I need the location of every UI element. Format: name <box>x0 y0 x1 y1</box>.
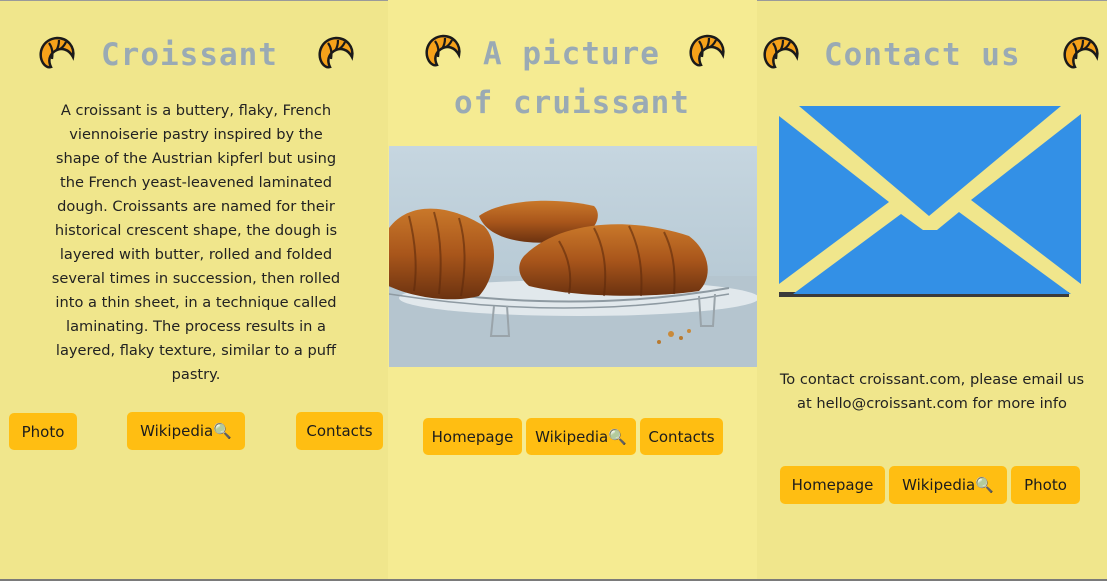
croissant-description: A croissant is a buttery, flaky, French … <box>51 102 341 383</box>
croissant-icon <box>1063 36 1099 69</box>
page-title-line1: A picture <box>483 36 660 72</box>
wikipedia-button[interactable]: Wikipedia🔍 <box>889 466 1007 504</box>
page-title: Croissant <box>101 37 278 73</box>
homepage-button[interactable]: Homepage <box>423 418 522 455</box>
wikipedia-button[interactable]: Wikipedia🔍 <box>127 412 245 450</box>
homepage-button[interactable]: Homepage <box>780 466 885 504</box>
croissant-photo <box>389 146 757 367</box>
croissant-icon <box>318 36 354 69</box>
picture-panel: A picture of cruissant Homepage Wikipedi… <box>388 0 757 581</box>
page-title-line2: of cruissant <box>454 85 690 121</box>
home-panel: Croissant A croissant is a buttery, flak… <box>0 0 388 581</box>
contacts-button[interactable]: Contacts <box>296 412 383 450</box>
photo-button[interactable]: Photo <box>1011 466 1080 504</box>
envelope-icon <box>779 106 1081 297</box>
croissant-icon <box>763 36 799 69</box>
page-title: Contact us <box>824 37 1021 73</box>
croissant-icon <box>425 34 461 67</box>
croissant-icon <box>689 34 725 67</box>
croissant-icon <box>39 36 75 69</box>
contacts-button[interactable]: Contacts <box>640 418 723 455</box>
photo-button[interactable]: Photo <box>9 413 77 450</box>
contact-info: To contact croissant.com, please email u… <box>779 371 1085 412</box>
wikipedia-button[interactable]: Wikipedia🔍 <box>526 418 636 455</box>
contact-panel: Contact us To contact croissant.com, ple… <box>757 0 1107 581</box>
